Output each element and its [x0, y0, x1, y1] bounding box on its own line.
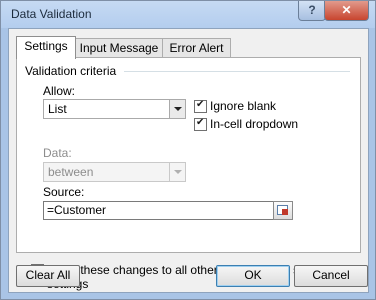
range-selector-button[interactable]: [273, 201, 293, 220]
validation-criteria-heading: Validation criteria: [25, 64, 117, 78]
allow-label: Allow:: [43, 84, 76, 98]
ok-button[interactable]: OK: [216, 265, 290, 287]
source-input[interactable]: =Customer: [43, 201, 274, 220]
in-cell-dropdown-checkbox[interactable]: [194, 117, 207, 131]
source-label: Source:: [43, 185, 85, 199]
title-bar[interactable]: Data Validation ? ✕: [1, 1, 375, 28]
red-arrow-icon: [282, 209, 288, 215]
in-cell-dropdown-label[interactable]: In-cell dropdown: [210, 117, 298, 131]
chevron-down-icon[interactable]: [169, 100, 185, 118]
data-value: between: [48, 165, 94, 179]
ignore-blank-checkbox[interactable]: [194, 99, 207, 113]
ignore-blank-label[interactable]: Ignore blank: [210, 99, 276, 113]
tab-error-alert[interactable]: Error Alert: [162, 38, 231, 58]
dialog-title: Data Validation: [11, 7, 92, 21]
settings-panel: Validation criteria Allow: List Ignore b…: [16, 57, 361, 291]
clear-all-button[interactable]: Clear All: [16, 265, 80, 287]
close-button[interactable]: ✕: [324, 1, 369, 21]
tab-settings[interactable]: Settings: [16, 36, 76, 59]
data-dropdown[interactable]: between: [43, 162, 186, 182]
section-divider: [124, 71, 350, 72]
data-label: Data:: [43, 146, 72, 160]
tab-input-message[interactable]: Input Message: [75, 38, 163, 58]
source-value: =Customer: [47, 203, 107, 217]
cancel-button[interactable]: Cancel: [294, 265, 368, 287]
chevron-down-icon[interactable]: [169, 163, 185, 181]
allow-dropdown[interactable]: List: [43, 99, 186, 119]
dialog-body: Settings Input Message Error Alert Valid…: [8, 28, 369, 293]
help-button[interactable]: ?: [298, 1, 326, 21]
data-validation-dialog: Data Validation ? ✕ Settings Input Messa…: [0, 0, 376, 300]
allow-value: List: [48, 102, 67, 116]
